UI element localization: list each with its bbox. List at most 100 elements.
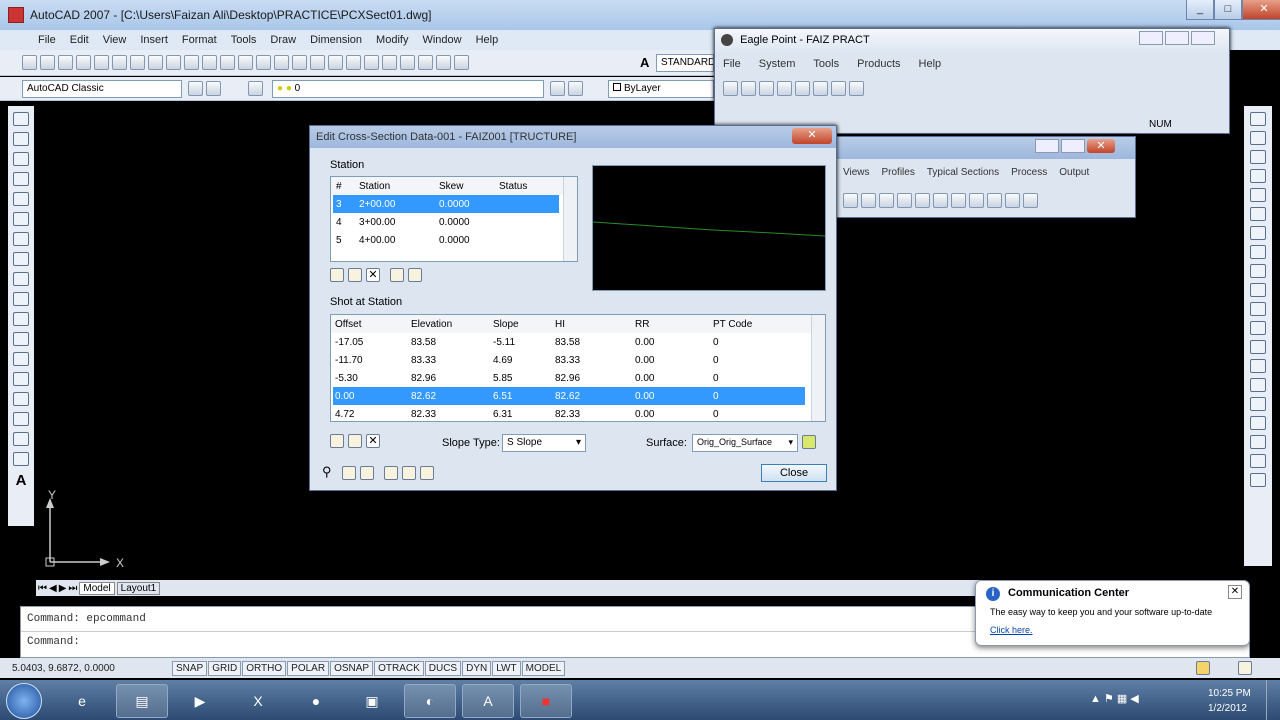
goto-station-icon[interactable]: [390, 268, 404, 282]
lock-icon[interactable]: [1196, 661, 1210, 675]
menu-insert[interactable]: Insert: [140, 34, 168, 46]
internet-explorer-icon[interactable]: e: [56, 684, 108, 718]
make-current-icon[interactable]: [550, 81, 565, 96]
text-style-combo[interactable]: STANDARD: [656, 54, 714, 72]
menu-file[interactable]: File: [38, 34, 56, 46]
eagle-point-taskbar-icon[interactable]: ◐: [404, 684, 456, 718]
zoom-window-icon[interactable]: [310, 55, 325, 70]
autocad-taskbar-icon[interactable]: A: [462, 684, 514, 718]
menu-draw[interactable]: Draw: [270, 34, 296, 46]
pan-icon[interactable]: [274, 55, 289, 70]
copy-icon[interactable]: [166, 55, 181, 70]
close-dialog-button[interactable]: Close: [761, 464, 827, 482]
tab-layout1[interactable]: Layout1: [116, 581, 161, 595]
print-icon[interactable]: [408, 268, 422, 282]
find-next-icon[interactable]: [342, 466, 356, 481]
polar-toggle[interactable]: POLAR: [287, 660, 330, 676]
point-icon[interactable]: [13, 372, 29, 386]
station-row[interactable]: 4 3+00.00 0.0000: [331, 213, 577, 231]
rectangle-icon[interactable]: [13, 192, 29, 206]
otrack-toggle[interactable]: OTRACK: [374, 660, 424, 676]
plot-icon[interactable]: [76, 55, 91, 70]
move-icon[interactable]: [1250, 207, 1266, 221]
explode-icon[interactable]: [1250, 416, 1266, 430]
menu-modify[interactable]: Modify: [376, 34, 408, 46]
xs-close-button[interactable]: ✕: [1087, 139, 1115, 153]
rotate-icon[interactable]: [1250, 226, 1266, 240]
color-combo[interactable]: ByLayer: [608, 80, 714, 98]
eagle-menu-system[interactable]: System: [759, 58, 796, 70]
edit-station-icon[interactable]: [348, 268, 362, 282]
dyn-toggle[interactable]: DYN: [462, 660, 492, 676]
station-scrollbar[interactable]: [563, 177, 577, 261]
lwt-toggle[interactable]: LWT: [492, 660, 521, 676]
tool-palette-icon[interactable]: [382, 55, 397, 70]
menu-view[interactable]: View: [103, 34, 127, 46]
eagle-tool-icon[interactable]: [777, 81, 792, 96]
eagle-tool-icon[interactable]: [831, 81, 846, 96]
preview-icon[interactable]: [94, 55, 109, 70]
eagle-menu-file[interactable]: File: [723, 58, 741, 70]
polyline-icon[interactable]: [13, 152, 29, 166]
fillet-icon[interactable]: [1250, 397, 1266, 411]
xs-maximize-button[interactable]: [1061, 139, 1085, 153]
station-grid[interactable]: # Station Skew Status 3 2+00.00 0.0000 4…: [330, 176, 578, 262]
shot-scrollbar[interactable]: [811, 315, 825, 421]
xs-tool-icon[interactable]: [1023, 193, 1038, 208]
stretch-icon[interactable]: [1250, 264, 1266, 278]
layer-manager-icon[interactable]: [248, 81, 263, 96]
construction-line-icon[interactable]: [13, 132, 29, 146]
eagle-menu-help[interactable]: Help: [919, 58, 942, 70]
xs-menu-process[interactable]: Process: [1011, 167, 1047, 178]
slope-type-select[interactable]: S Slope ▾: [502, 434, 586, 452]
circle-icon[interactable]: [13, 232, 29, 246]
mirror-icon[interactable]: [1250, 150, 1266, 164]
xs-tool-icon[interactable]: [987, 193, 1002, 208]
spline-icon[interactable]: [13, 272, 29, 286]
red-app-icon[interactable]: ■: [520, 684, 572, 718]
undo-icon[interactable]: [238, 55, 253, 70]
offset-icon[interactable]: [1250, 169, 1266, 183]
help-icon[interactable]: [454, 55, 469, 70]
shot-row[interactable]: -11.70 83.33 4.69 83.33 0.00 0: [331, 351, 825, 369]
insert-block-icon[interactable]: [13, 332, 29, 346]
xs-menu-profiles[interactable]: Profiles: [882, 167, 915, 178]
line-icon[interactable]: [13, 112, 29, 126]
dialog-close-x[interactable]: ✕: [792, 128, 832, 144]
media-player-icon[interactable]: ▶: [174, 684, 226, 718]
eagle-tool-icon[interactable]: [795, 81, 810, 96]
erase-icon[interactable]: [1250, 112, 1266, 126]
open-icon[interactable]: [40, 55, 55, 70]
last-tab-icon[interactable]: ⏭: [68, 583, 77, 594]
menu-window[interactable]: Window: [422, 34, 461, 46]
window-icon[interactable]: [420, 466, 434, 481]
tray-icons[interactable]: ▲ ⚑ ▦ ◀: [1090, 692, 1139, 705]
new-icon[interactable]: [22, 55, 37, 70]
surface-select[interactable]: Orig_Orig_Surface ▾: [692, 434, 798, 452]
minimize-button[interactable]: _: [1186, 0, 1214, 20]
ellipse-arc-icon[interactable]: [13, 312, 29, 326]
xs-tool-icon[interactable]: [969, 193, 984, 208]
menu-format[interactable]: Format: [182, 34, 217, 46]
model-toggle[interactable]: MODEL: [521, 660, 566, 676]
workspace-combo[interactable]: AutoCAD Classic: [22, 80, 182, 98]
make-block-icon[interactable]: [13, 352, 29, 366]
notification-close-icon[interactable]: ✕: [1228, 585, 1242, 599]
app-icon-gray[interactable]: ▣: [346, 684, 398, 718]
copy-window-icon[interactable]: [402, 466, 416, 481]
ortho-toggle[interactable]: ORTHO: [242, 660, 287, 676]
edit-shot-icon[interactable]: [348, 434, 362, 448]
xs-tool-icon[interactable]: [843, 193, 858, 208]
notification-link[interactable]: Click here.: [990, 625, 1033, 635]
eagle-close-button[interactable]: [1191, 31, 1215, 45]
ducs-toggle[interactable]: DUCS: [424, 660, 462, 676]
binoculars-icon[interactable]: ⚲: [322, 464, 338, 479]
purge-icon[interactable]: [1250, 473, 1266, 487]
xs-tool-icon[interactable]: [897, 193, 912, 208]
layer-combo[interactable]: ● ● 0: [272, 80, 544, 98]
break-icon[interactable]: [1250, 340, 1266, 354]
extend-icon[interactable]: [1250, 302, 1266, 316]
eagle-menu-products[interactable]: Products: [857, 58, 900, 70]
xs-tool-icon[interactable]: [879, 193, 894, 208]
break-at-point-icon[interactable]: [1250, 321, 1266, 335]
